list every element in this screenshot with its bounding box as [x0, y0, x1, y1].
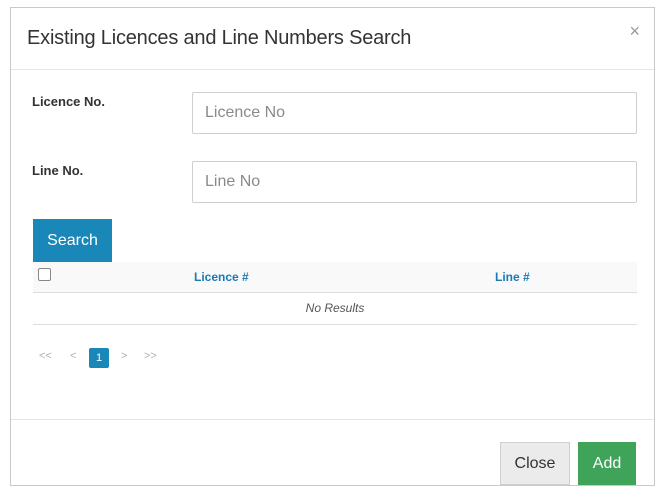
search-button[interactable]: Search [33, 219, 112, 262]
modal-title: Existing Licences and Line Numbers Searc… [27, 27, 412, 49]
first-page-link[interactable]: << [39, 350, 52, 362]
table-header: Licence # Line # [33, 262, 637, 293]
close-icon[interactable]: × [629, 22, 640, 40]
prev-page-link[interactable]: < [70, 350, 76, 362]
line-label: Line No. [32, 163, 84, 178]
modal-footer: Close Add [11, 419, 654, 486]
current-page[interactable]: 1 [89, 348, 109, 368]
results-table: Licence # Line # No Results [33, 262, 637, 325]
next-page-link[interactable]: > [121, 350, 127, 362]
search-modal: Existing Licences and Line Numbers Searc… [10, 7, 655, 486]
column-header-line[interactable]: Line # [495, 270, 530, 284]
last-page-link[interactable]: >> [144, 350, 157, 362]
column-header-licence[interactable]: Licence # [194, 270, 249, 284]
licence-input[interactable] [192, 92, 637, 134]
modal-header: Existing Licences and Line Numbers Searc… [11, 8, 654, 70]
empty-results-row: No Results [33, 293, 637, 325]
line-input[interactable] [192, 161, 637, 203]
add-button[interactable]: Add [578, 442, 636, 485]
close-button[interactable]: Close [500, 442, 570, 485]
select-all-checkbox[interactable] [38, 268, 51, 281]
licence-label: Licence No. [32, 94, 105, 109]
